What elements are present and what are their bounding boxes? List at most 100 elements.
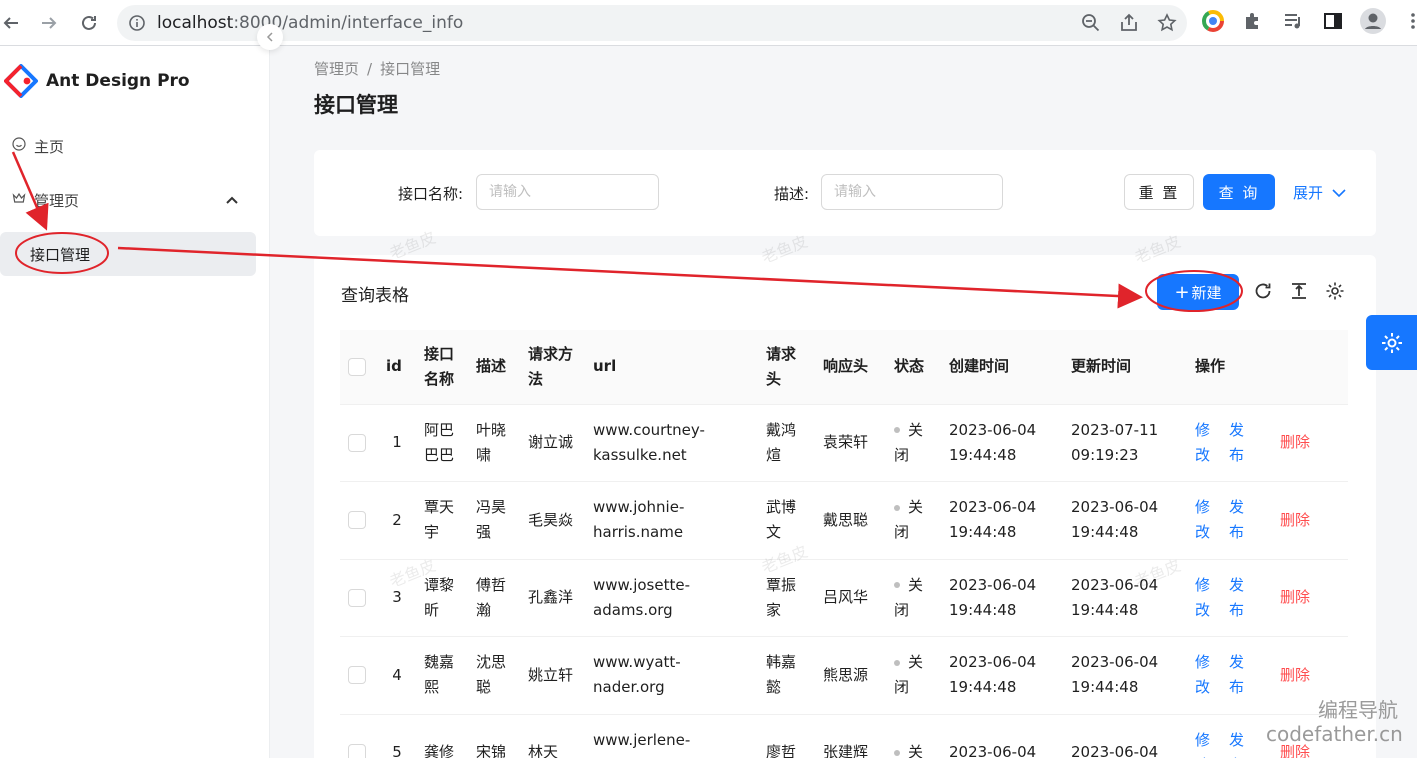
row-checkbox[interactable] xyxy=(348,743,366,758)
settings-drawer-button[interactable] xyxy=(1366,315,1417,370)
media-control-icon[interactable] xyxy=(1280,8,1306,34)
cell-actions: 修改发布 xyxy=(1187,404,1272,482)
cell-request-header: 韩嘉懿 xyxy=(758,636,815,715)
reload-table-icon[interactable] xyxy=(1252,280,1274,302)
settings-gear-icon[interactable] xyxy=(1324,280,1346,302)
cell-updated: 2023-06-04 19:44:48 xyxy=(1063,636,1187,715)
smile-icon xyxy=(12,137,34,155)
sidebar-item-label: 管理页 xyxy=(34,191,80,210)
breadcrumb: 管理页 / 接口管理 xyxy=(314,58,440,79)
select-all-cell xyxy=(340,330,378,405)
cell-actions: 修改发布 xyxy=(1187,559,1272,637)
cell-response-header: 袁荣轩 xyxy=(815,404,886,482)
forward-button[interactable] xyxy=(34,8,64,38)
edit-link[interactable]: 修改 xyxy=(1195,495,1219,545)
search-form: 接口名称: 描述: 重 置 查 询 展开 xyxy=(314,150,1376,236)
delete-link[interactable]: 删除 xyxy=(1280,666,1310,684)
sidebar-collapse-button[interactable] xyxy=(257,24,283,50)
table-card: 查询表格 + 新建 id 接口名称 描述 请求方法 url 请求头 响应头 状态… xyxy=(314,255,1376,758)
cell-delete: 删除 xyxy=(1272,404,1349,482)
share-icon[interactable] xyxy=(1119,13,1139,33)
cell-desc: 宋锦 xyxy=(468,714,520,758)
select-all-checkbox[interactable] xyxy=(348,357,366,376)
cell-name: 覃天宇 xyxy=(416,481,468,560)
cell-name: 龚修 xyxy=(416,714,468,758)
app-logo[interactable]: Ant Design Pro xyxy=(4,64,190,98)
interface-name-input[interactable] xyxy=(476,174,659,210)
publish-link[interactable]: 发布 xyxy=(1229,418,1253,468)
publish-link[interactable]: 发布 xyxy=(1229,495,1253,545)
edit-link[interactable]: 修改 xyxy=(1195,650,1219,700)
status-dot-icon xyxy=(894,659,900,666)
row-checkbox[interactable] xyxy=(348,433,366,452)
edit-link[interactable]: 修改 xyxy=(1195,728,1219,758)
extensions-puzzle-icon[interactable] xyxy=(1240,8,1266,34)
row-checkbox[interactable] xyxy=(348,666,366,685)
chevron-down-icon xyxy=(1332,189,1346,198)
status-dot-icon xyxy=(894,749,900,756)
zoom-icon[interactable] xyxy=(1081,13,1101,33)
cell-url: www.jerlene-grimes.io xyxy=(585,714,758,758)
cell-created: 2023-06-04 19:44:48 xyxy=(941,404,1063,482)
reset-button[interactable]: 重 置 xyxy=(1124,174,1194,210)
table-row: 1 阿巴巴巴 叶晓啸 谢立诚 www.courtney-kassulke.net… xyxy=(340,404,1349,482)
settings-gear-icon xyxy=(1381,332,1402,353)
edit-link[interactable]: 修改 xyxy=(1195,573,1219,623)
sidebar-item-home[interactable]: 主页 xyxy=(0,126,256,166)
side-panel-icon[interactable] xyxy=(1320,8,1346,34)
profile-avatar-icon[interactable] xyxy=(1360,8,1386,34)
delete-link[interactable]: 删除 xyxy=(1280,588,1310,606)
publish-link[interactable]: 发布 xyxy=(1229,573,1253,623)
cell-response-header: 戴思聪 xyxy=(815,481,886,560)
sidebar-item-interface-management[interactable]: 接口管理 xyxy=(0,232,256,276)
column-header: 请求头 xyxy=(758,330,815,405)
cell-id: 4 xyxy=(378,636,416,715)
logo-title: Ant Design Pro xyxy=(46,71,190,91)
publish-link[interactable]: 发布 xyxy=(1229,650,1253,700)
sidebar-item-admin[interactable]: 管理页 xyxy=(0,180,256,220)
status-dot-icon xyxy=(894,504,900,511)
column-header: 描述 xyxy=(468,330,520,405)
column-height-icon[interactable] xyxy=(1288,280,1310,302)
row-checkbox[interactable] xyxy=(348,511,366,530)
reload-button[interactable] xyxy=(74,8,104,38)
breadcrumb-separator: / xyxy=(367,60,373,78)
edit-link[interactable]: 修改 xyxy=(1195,418,1219,468)
cell-desc: 冯昊强 xyxy=(468,481,520,560)
cell-url: www.courtney-kassulke.net xyxy=(585,404,758,482)
cell-status: 关闭 xyxy=(886,481,941,560)
column-header: 请求方法 xyxy=(520,330,585,405)
table-row: 2 覃天宇 冯昊强 毛昊焱 www.johnie-harris.name 武博文… xyxy=(340,481,1349,560)
cell-response-header: 吕风华 xyxy=(815,559,886,637)
breadcrumb-item[interactable]: 管理页 xyxy=(314,60,359,78)
description-input[interactable] xyxy=(821,174,1003,210)
cell-method: 林天 xyxy=(520,714,585,758)
forward-arrow-icon xyxy=(42,17,57,29)
delete-link[interactable]: 删除 xyxy=(1280,511,1310,529)
expand-toggle[interactable]: 展开 xyxy=(1293,182,1346,203)
table-header-row: id 接口名称 描述 请求方法 url 请求头 响应头 状态 创建时间 更新时间… xyxy=(340,330,1349,405)
cell-updated: 2023-06-04 19:44:48 xyxy=(1063,481,1187,560)
delete-link[interactable]: 删除 xyxy=(1280,433,1310,451)
row-checkbox[interactable] xyxy=(348,588,366,607)
browser-menu-icon[interactable] xyxy=(1400,8,1417,34)
cell-response-header: 张建辉 xyxy=(815,714,886,758)
publish-link[interactable]: 发布 xyxy=(1229,728,1253,758)
column-header: url xyxy=(585,330,758,405)
query-button[interactable]: 查 询 xyxy=(1203,174,1275,210)
cell-id: 5 xyxy=(378,714,416,758)
site-info-icon[interactable] xyxy=(117,14,157,32)
bookmark-star-icon[interactable] xyxy=(1157,13,1177,33)
chrome-extension-icon[interactable] xyxy=(1200,8,1226,34)
cell-request-header: 廖哲 xyxy=(758,714,815,758)
reload-icon xyxy=(82,15,96,30)
page-title: 接口管理 xyxy=(314,93,398,117)
cell-delete: 删除 xyxy=(1272,481,1349,560)
table-row: 5 龚修 宋锦 林天 www.jerlene-grimes.io 廖哲 张建辉 … xyxy=(340,714,1349,758)
new-button[interactable]: + 新建 xyxy=(1157,274,1239,310)
corner-watermark-url: codefather.cn xyxy=(1266,722,1403,746)
cell-created: 2023-06-04 19:44:48 xyxy=(941,481,1063,560)
cell-created: 2023-06-04 19:44:48 xyxy=(941,559,1063,637)
column-header: 创建时间 xyxy=(941,330,1063,405)
back-button[interactable] xyxy=(0,8,26,38)
